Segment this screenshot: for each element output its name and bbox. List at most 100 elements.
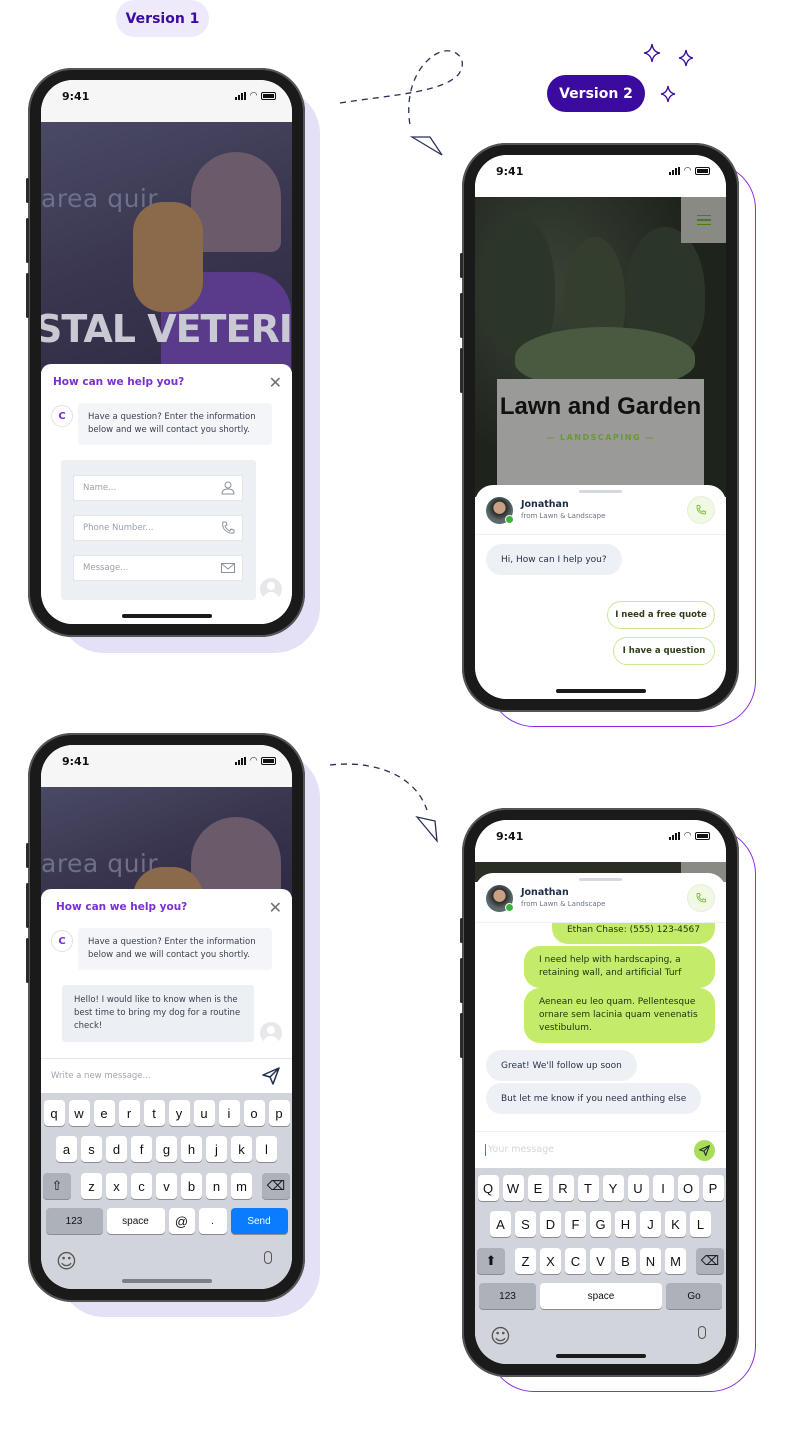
call-button[interactable] — [687, 496, 715, 524]
online-indicator — [505, 903, 514, 912]
signal-icon — [669, 832, 681, 840]
emoji-icon[interactable]: ☺ — [490, 1324, 511, 1348]
key-h[interactable]: H — [615, 1211, 636, 1237]
status-time: 9:41 — [496, 165, 524, 178]
key-o[interactable]: o — [243, 1100, 265, 1126]
key-t[interactable]: T — [577, 1175, 599, 1201]
key-n[interactable]: N — [640, 1248, 661, 1274]
key-j[interactable]: J — [640, 1211, 661, 1237]
key-g[interactable]: g — [156, 1136, 177, 1162]
hero-heading: STAL VETERII — [41, 307, 292, 351]
user-avatar — [260, 578, 282, 600]
key-p[interactable]: P — [702, 1175, 724, 1201]
period-key[interactable]: . — [198, 1208, 227, 1234]
close-icon[interactable]: ✕ — [269, 373, 282, 392]
key-l[interactable]: l — [256, 1136, 277, 1162]
at-key[interactable]: @ — [168, 1208, 195, 1234]
key-o[interactable]: O — [677, 1175, 699, 1201]
key-h[interactable]: h — [181, 1136, 202, 1162]
key-x[interactable]: x — [106, 1173, 127, 1199]
key-q[interactable]: Q — [477, 1175, 499, 1201]
key-e[interactable]: E — [527, 1175, 549, 1201]
call-button[interactable] — [687, 884, 715, 912]
key-y[interactable]: Y — [602, 1175, 624, 1201]
name-field[interactable]: Name... — [73, 475, 243, 501]
key-k[interactable]: k — [231, 1136, 252, 1162]
key-e[interactable]: e — [93, 1100, 115, 1126]
key-v[interactable]: v — [156, 1173, 177, 1199]
go-key[interactable]: Go — [666, 1283, 722, 1309]
drag-handle[interactable] — [579, 490, 622, 493]
key-a[interactable]: a — [56, 1136, 77, 1162]
key-c[interactable]: c — [131, 1173, 152, 1199]
key-t[interactable]: t — [143, 1100, 165, 1126]
key-b[interactable]: b — [181, 1173, 202, 1199]
numbers-key[interactable]: 123 — [479, 1283, 536, 1309]
signal-icon — [669, 167, 681, 175]
phone-field[interactable]: Phone Number... — [73, 515, 243, 541]
backspace-key[interactable]: ⌫ — [262, 1173, 290, 1199]
key-j[interactable]: j — [206, 1136, 227, 1162]
space-key[interactable]: space — [540, 1283, 662, 1309]
key-f[interactable]: F — [565, 1211, 586, 1237]
key-r[interactable]: r — [118, 1100, 140, 1126]
key-q[interactable]: q — [43, 1100, 65, 1126]
home-indicator — [556, 1354, 646, 1358]
key-n[interactable]: n — [206, 1173, 227, 1199]
hero-image: area quir — [41, 787, 292, 897]
key-b[interactable]: B — [615, 1248, 636, 1274]
user-message: I need help with hardscaping, a retainin… — [524, 946, 715, 988]
key-w[interactable]: W — [502, 1175, 524, 1201]
menu-button[interactable] — [681, 197, 726, 243]
key-m[interactable]: M — [665, 1248, 686, 1274]
key-u[interactable]: U — [627, 1175, 649, 1201]
message-input[interactable]: Your message — [475, 1131, 726, 1168]
key-i[interactable]: I — [652, 1175, 674, 1201]
key-z[interactable]: z — [81, 1173, 102, 1199]
close-icon[interactable]: ✕ — [269, 898, 282, 917]
key-a[interactable]: A — [490, 1211, 511, 1237]
key-w[interactable]: w — [68, 1100, 90, 1126]
space-key[interactable]: space — [106, 1208, 165, 1234]
quick-reply-button[interactable]: I need a free quote — [607, 601, 715, 629]
key-u[interactable]: u — [193, 1100, 215, 1126]
widget-title: How can we help you? — [56, 901, 188, 913]
send-button[interactable] — [694, 1140, 715, 1161]
battery-icon — [261, 757, 276, 765]
key-s[interactable]: S — [515, 1211, 536, 1237]
drag-handle[interactable] — [579, 878, 622, 881]
key-y[interactable]: y — [168, 1100, 190, 1126]
send-icon[interactable] — [262, 1067, 280, 1085]
message-field[interactable]: Message... — [73, 555, 243, 581]
key-v[interactable]: V — [590, 1248, 611, 1274]
numbers-key[interactable]: 123 — [45, 1208, 103, 1234]
key-d[interactable]: D — [540, 1211, 561, 1237]
microphone-icon[interactable] — [698, 1326, 706, 1339]
key-p[interactable]: p — [268, 1100, 290, 1126]
emoji-icon[interactable]: ☺ — [56, 1249, 77, 1273]
key-g[interactable]: G — [590, 1211, 611, 1237]
key-c[interactable]: C — [565, 1248, 586, 1274]
agent-company: from Lawn & Landscape — [521, 900, 606, 908]
chat-sheet: Jonathan from Lawn & Landscape Hi, How c… — [475, 485, 726, 699]
key-r[interactable]: R — [552, 1175, 574, 1201]
key-i[interactable]: i — [218, 1100, 240, 1126]
key-l[interactable]: L — [690, 1211, 711, 1237]
hero-subtitle: — LANDSCAPING — — [546, 433, 655, 442]
home-indicator — [122, 614, 212, 618]
quick-reply-button[interactable]: I have a question — [613, 637, 715, 665]
key-d[interactable]: d — [106, 1136, 127, 1162]
shift-key[interactable]: ⬆ — [477, 1248, 505, 1274]
key-f[interactable]: f — [131, 1136, 152, 1162]
microphone-icon[interactable] — [264, 1251, 272, 1264]
key-s[interactable]: s — [81, 1136, 102, 1162]
shift-key[interactable]: ⇧ — [43, 1173, 71, 1199]
message-input[interactable]: Write a new message... — [41, 1058, 292, 1093]
dashed-arrow-bottom — [329, 763, 438, 844]
key-k[interactable]: K — [665, 1211, 686, 1237]
key-z[interactable]: Z — [515, 1248, 536, 1274]
key-x[interactable]: X — [540, 1248, 561, 1274]
key-m[interactable]: m — [231, 1173, 252, 1199]
backspace-key[interactable]: ⌫ — [696, 1248, 724, 1274]
send-key[interactable]: Send — [230, 1208, 288, 1234]
